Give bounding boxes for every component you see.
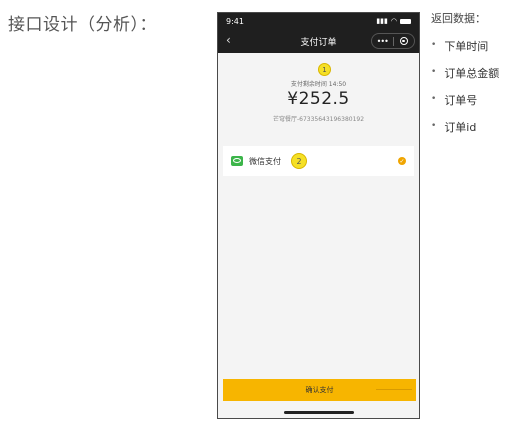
order-summary: 1 支付剩余时间 14:50 ¥252.5 芒穹餐厅-6733564319638… — [218, 53, 419, 123]
signal-icon: ▮▮▮ — [376, 17, 388, 25]
status-icons: ▮▮▮ ◠ — [376, 17, 411, 25]
nav-bar: ‹ 支付订单 ••• — [218, 29, 419, 53]
order-number: 芒穹餐厅-67335643196380192 — [272, 116, 365, 123]
return-data-title: 返回数据： — [431, 12, 486, 25]
return-data-list: 返回数据： • 下单时间 • 订单总金额 • 订单号 • 订单id — [431, 10, 527, 146]
payment-method-row[interactable]: 微信支付 2 ✓ — [223, 146, 414, 176]
wifi-icon: ◠ — [390, 17, 397, 25]
payment-countdown: 支付剩余时间 14:50 — [290, 81, 347, 88]
list-item: • 订单总金额 — [431, 67, 500, 80]
annotation-marker-1: 1 — [318, 63, 331, 76]
battery-icon — [400, 18, 411, 24]
payment-method-label: 微信支付 — [249, 156, 281, 166]
confirm-pay-label: 确认支付 — [305, 386, 334, 394]
back-icon[interactable]: ‹ — [226, 33, 231, 47]
nav-title: 支付订单 — [300, 37, 337, 48]
more-icon[interactable]: ••• — [372, 37, 393, 46]
close-target-icon[interactable] — [394, 37, 415, 45]
list-item: • 订单号 — [431, 94, 478, 107]
annotation-marker-2: 2 — [291, 153, 307, 169]
home-indicator — [284, 411, 354, 414]
page-heading: 接口设计（分析）： — [8, 15, 157, 35]
status-time: 9:41 — [226, 16, 244, 26]
mini-program-capsule: ••• — [371, 33, 415, 49]
button-decoration-line — [376, 389, 412, 390]
wechat-pay-icon — [231, 156, 243, 166]
status-bar: 9:41 ▮▮▮ ◠ — [218, 13, 419, 29]
list-item: • 下单时间 — [431, 40, 489, 53]
selected-check-icon[interactable]: ✓ — [398, 157, 406, 165]
order-amount: ¥252.5 — [287, 89, 350, 109]
phone-mockup: 9:41 ▮▮▮ ◠ ‹ 支付订单 ••• 1 支付剩余时间 14:50 ¥25… — [217, 12, 420, 419]
list-item: • 订单id — [431, 121, 477, 134]
confirm-pay-button[interactable]: 确认支付 — [223, 379, 416, 401]
